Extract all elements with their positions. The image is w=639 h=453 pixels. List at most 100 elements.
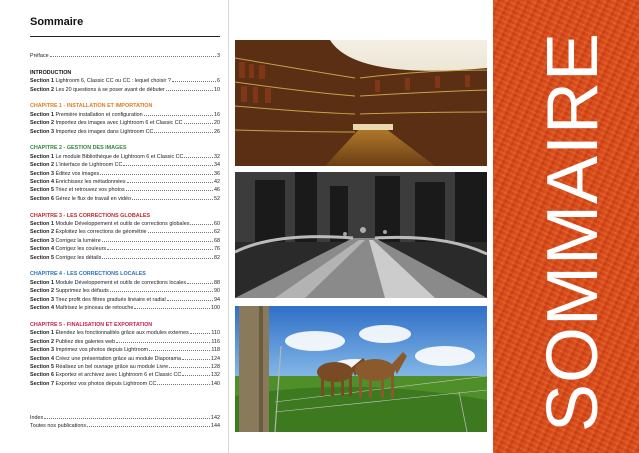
section-title: Corrigez la lumière bbox=[55, 237, 101, 244]
section-number: Section 3 bbox=[30, 170, 54, 177]
entry-text: Section 4 Créez une présentation grâce a… bbox=[30, 355, 181, 363]
preface-row[interactable]: Préface 3 bbox=[30, 52, 220, 60]
dot-leader bbox=[157, 383, 210, 385]
toc-entry[interactable]: Section 3 Corrigez la lumière 68 bbox=[30, 237, 220, 245]
page-number: 116 bbox=[211, 338, 220, 345]
toc-entry[interactable]: Section 4 Corrigez les couleurs 76 bbox=[30, 245, 220, 253]
toc-entry[interactable]: Section 7 Exportez vos photos depuis Lig… bbox=[30, 380, 220, 388]
dot-leader bbox=[44, 418, 210, 419]
sommaire-side-panel: SOMMAIRE bbox=[493, 0, 639, 453]
section-title: Exportez et archivez avec Lightroom 6 et… bbox=[55, 372, 182, 379]
page-number: 20 bbox=[214, 120, 220, 127]
dot-leader bbox=[165, 89, 213, 91]
section-title: Créez une présentation grâce au module D… bbox=[55, 355, 182, 362]
section-title: Étendez les fonctionnalités grâce aux mo… bbox=[55, 330, 189, 337]
toc-entry[interactable]: Section 5 Corrigez les détails 82 bbox=[30, 254, 220, 262]
chapter-heading: INTRODUCTION bbox=[30, 69, 72, 76]
entry-text: Toutes nos publications bbox=[30, 422, 86, 430]
toc-end-entry[interactable]: Index 142 bbox=[30, 414, 220, 422]
page-number: 60 bbox=[214, 221, 220, 228]
page-number: 6 bbox=[217, 78, 220, 85]
section-title: Importez des images avec Lightroom 6 et … bbox=[55, 120, 183, 127]
toc-entry[interactable]: Section 6 Gérez le flux de travail en vi… bbox=[30, 195, 220, 203]
city-street-photo bbox=[235, 172, 487, 298]
section-title: Le module Bibliothèque de Lightroom 6 et… bbox=[55, 153, 184, 160]
entry-text: Section 1 Le module Bibliothèque de Ligh… bbox=[30, 153, 183, 161]
page-number: 142 bbox=[211, 415, 220, 421]
section-title: Éditez vos images bbox=[55, 170, 100, 177]
section-title: Première installation et configuration bbox=[55, 111, 143, 118]
title-rule bbox=[30, 36, 220, 37]
section-title: Corrigez les détails bbox=[55, 254, 102, 261]
toc-entry[interactable]: Section 1 Étendez les fonctionnalités gr… bbox=[30, 329, 220, 337]
page-number: 90 bbox=[214, 288, 220, 295]
toc-entry[interactable]: Section 4 Maîtrisez le pinceau de retouc… bbox=[30, 304, 220, 312]
entry-text: Section 2 Publiez des galeries web bbox=[30, 338, 115, 346]
page-spine bbox=[228, 0, 229, 453]
toc-entry[interactable]: Section 2 L'interface de Lightroom CC 34 bbox=[30, 161, 220, 169]
section-number: Section 2 bbox=[30, 229, 54, 236]
section-title: Triez et retrouvez vos photos bbox=[55, 187, 125, 194]
section-number: Section 4 bbox=[30, 246, 54, 253]
toc-entry[interactable]: Section 1 Première installation et confi… bbox=[30, 111, 220, 119]
section-number: Section 2 bbox=[30, 120, 54, 127]
page-number: 82 bbox=[214, 254, 220, 261]
page-number: 100 bbox=[211, 305, 220, 312]
toc-entry[interactable]: Section 3 Imprimez vos photos depuis Lig… bbox=[30, 346, 220, 354]
toc-entry[interactable]: Section 1 Module Développement et outils… bbox=[30, 220, 220, 228]
toc-end-entry[interactable]: Toutes nos publications 144 bbox=[30, 422, 220, 430]
dot-leader bbox=[149, 350, 211, 352]
entry-text: Section 7 Exportez vos photos depuis Lig… bbox=[30, 380, 156, 388]
entry-text: Section 2 Les 20 questions à se poser av… bbox=[30, 86, 165, 94]
section-number: Section 4 bbox=[30, 179, 54, 186]
horses-photo bbox=[235, 306, 487, 432]
dot-leader bbox=[182, 375, 210, 377]
dot-leader bbox=[147, 232, 213, 234]
toc-entry[interactable]: Section 2 Publiez des galeries web 116 bbox=[30, 338, 220, 346]
toc-entry[interactable]: Section 1 Le module Bibliothèque de Ligh… bbox=[30, 153, 220, 161]
page-title: Sommaire bbox=[30, 16, 84, 28]
section-title: Gérez le flux de travail en vidéo bbox=[55, 195, 131, 202]
toc-entry[interactable]: Section 5 Réalisez un bel ouvrage grâce … bbox=[30, 363, 220, 371]
toc-entry[interactable]: Section 2 Les 20 questions à se poser av… bbox=[30, 86, 220, 94]
section-number: Section 1 bbox=[30, 221, 54, 228]
section-title: L'interface de Lightroom CC bbox=[55, 162, 123, 169]
section-number: Section 5 bbox=[30, 254, 54, 261]
toc-entry[interactable]: Section 5 Triez et retrouvez vos photos 4… bbox=[30, 186, 220, 194]
entry-text: Section 4 Maîtrisez le pinceau de retouc… bbox=[30, 304, 133, 312]
dot-leader bbox=[126, 182, 213, 184]
toc-entry[interactable]: Section 2 Importez des images avec Light… bbox=[30, 119, 220, 127]
dot-leader bbox=[169, 366, 210, 368]
toc-entry[interactable]: Section 3 Éditez vos images 36 bbox=[30, 170, 220, 178]
toc-entry[interactable]: Section 4 Créez une présentation grâce a… bbox=[30, 355, 220, 363]
page-number: 128 bbox=[211, 363, 220, 370]
toc-entry[interactable]: Section 4 Enrichissez les métadonnées 42 bbox=[30, 178, 220, 186]
toc-entry[interactable]: Section 3 Tirez profit des filtres gradu… bbox=[30, 296, 220, 304]
toc-entry[interactable]: Section 3 Importez des images dans Light… bbox=[30, 128, 220, 136]
page-number: 34 bbox=[214, 162, 220, 169]
section-title: Importez des images dans Lightroom CC bbox=[55, 128, 154, 135]
left-page: Sommaire Préface 3 INTRODUCTION Section 1… bbox=[0, 0, 228, 453]
page-number: 76 bbox=[214, 246, 220, 253]
section-title: Index bbox=[30, 415, 44, 421]
entry-text: Section 4 Corrigez les couleurs bbox=[30, 245, 106, 253]
toc-entry[interactable]: Section 2 Exploitez les corrections de g… bbox=[30, 228, 220, 236]
dot-leader bbox=[184, 156, 213, 158]
table-of-contents: Préface 3 INTRODUCTION Section 1 Lightroo… bbox=[30, 52, 220, 388]
entry-text: Section 3 Tirez profit des filtres gradu… bbox=[30, 296, 166, 304]
entry-text: Section 6 Exportez et archivez avec Ligh… bbox=[30, 371, 181, 379]
chapter-heading: CHAPITRE 4 - LES CORRECTIONS LOCALES bbox=[30, 271, 146, 278]
toc-entry[interactable]: Section 2 Supprimez les défauts 90 bbox=[30, 287, 220, 295]
page-number: 132 bbox=[211, 372, 220, 379]
section-title: Corrigez les couleurs bbox=[55, 246, 107, 253]
toc-entry[interactable]: Section 1 Module Développement et outils… bbox=[30, 279, 220, 287]
toc-entry[interactable]: Section 1 Lightroom 6, Classic CC ou CC … bbox=[30, 77, 220, 85]
page-number: 42 bbox=[214, 179, 220, 186]
dot-leader bbox=[107, 249, 213, 251]
dot-leader bbox=[131, 198, 213, 200]
section-number: Section 3 bbox=[30, 237, 54, 244]
toc-entry[interactable]: Section 6 Exportez et archivez avec Ligh… bbox=[30, 371, 220, 379]
